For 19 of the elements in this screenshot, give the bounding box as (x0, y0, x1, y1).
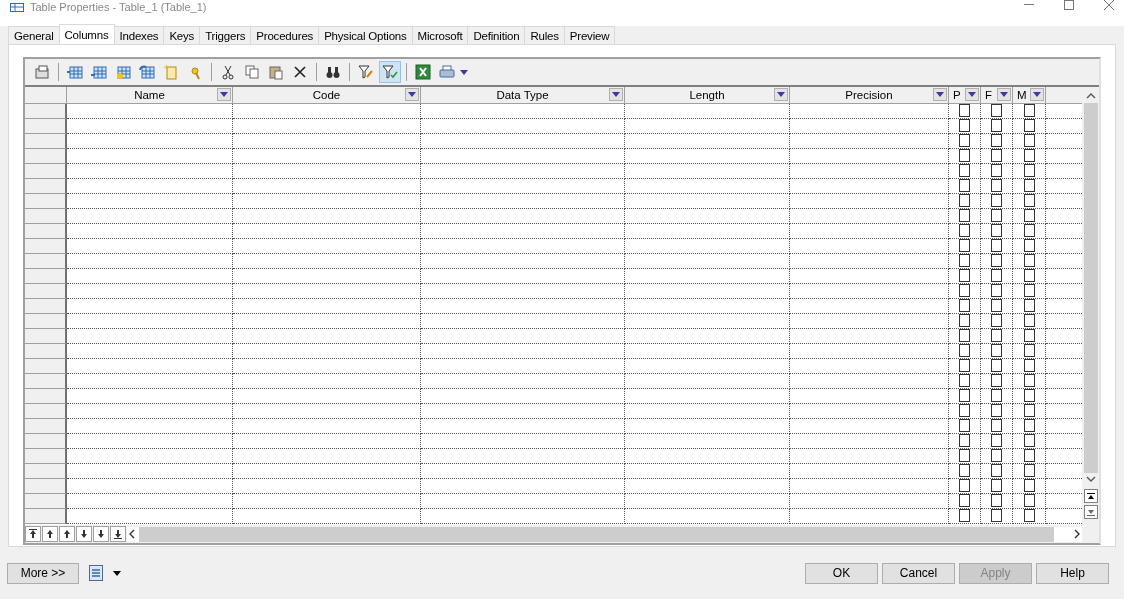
tab[interactable]: Physical Options (318, 26, 413, 44)
column-title: Length (689, 89, 725, 101)
column-title: Precision (845, 89, 893, 101)
dialog-button[interactable]: Cancel (882, 562, 955, 584)
more-button[interactable]: More >> (7, 562, 79, 584)
tab[interactable]: Columns (58, 24, 115, 44)
window-title: Table Properties - Table_1 (Table_1) (30, 1, 207, 13)
dialog-button[interactable]: OK (805, 562, 878, 584)
tab[interactable]: Triggers (199, 26, 252, 44)
column-title: Code (312, 89, 341, 101)
column-title: P (953, 89, 961, 101)
column-title: M (1017, 89, 1027, 101)
dialog-button[interactable]: Help (1036, 562, 1109, 584)
column-title: Name (134, 89, 165, 101)
column-title: F (985, 89, 993, 101)
column-title: Data Type (496, 89, 549, 101)
tab[interactable]: General (8, 26, 60, 44)
tab[interactable]: Preview (563, 26, 616, 44)
tab[interactable]: Keys (163, 26, 201, 44)
